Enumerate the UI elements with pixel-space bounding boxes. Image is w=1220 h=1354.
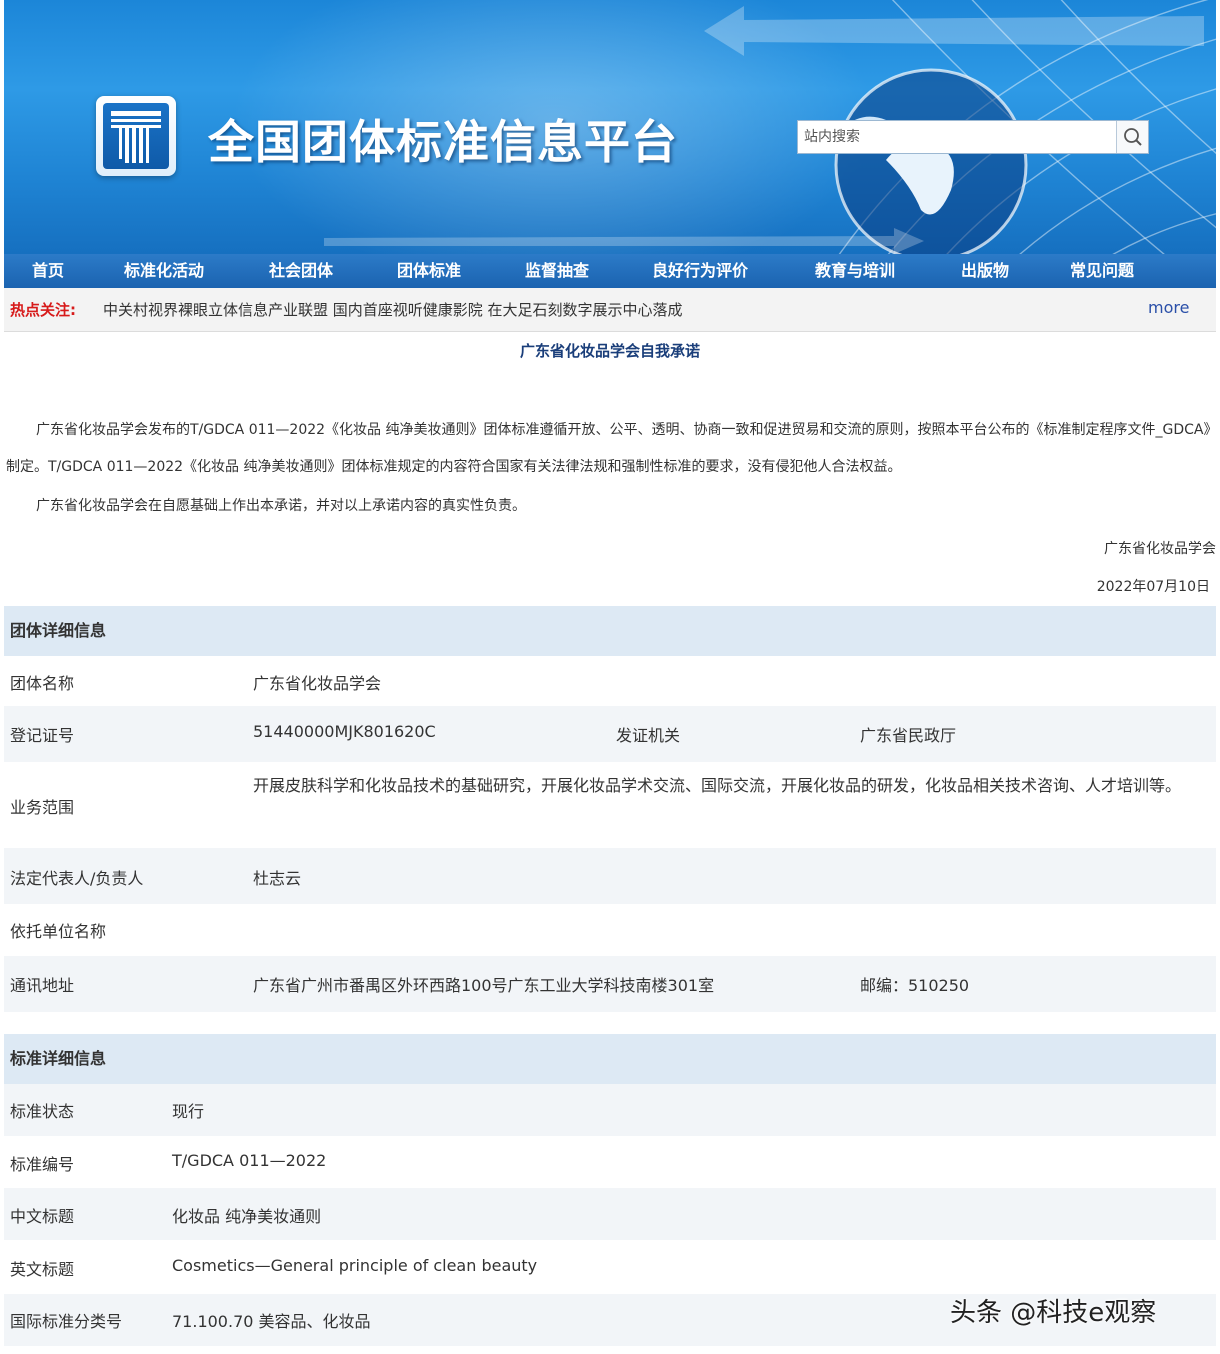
standard-row-en-title: 英文标题 Cosmetics—General principle of clea… — [4, 1240, 1216, 1294]
nav-item-faq[interactable]: 常见问题 — [1070, 254, 1134, 288]
more-link[interactable]: more — [1148, 288, 1189, 328]
nav-item-supervision[interactable]: 监督抽查 — [525, 254, 589, 288]
promise-paragraph-1: 广东省化妆品学会发布的T/GDCA 011—2022《化妆品 纯净美妆通则》团体… — [6, 422, 1211, 475]
hot-topics-bar: 热点关注: 中关村视界裸眼立体信息产业联盟 国内首座视听健康影院 在大足石刻数字… — [4, 288, 1216, 332]
postcode-value: 邮编：510250 — [860, 976, 970, 995]
page: 全国团体标准信息平台 首页 标准化活动 社会团体 团体标准 监督抽查 良好行为评… — [4, 0, 1216, 1354]
hot-topics-label: 热点关注: — [10, 301, 76, 319]
org-section-title: 团体详细信息 — [4, 606, 1216, 656]
nav-item-education[interactable]: 教育与培训 — [815, 254, 895, 288]
number-label: 标准编号 — [10, 1155, 75, 1174]
org-name-label: 团体名称 — [10, 674, 75, 693]
cn-title-value: 化妆品 纯净美妆通则 — [172, 1207, 322, 1226]
org-row-representative: 法定代表人/负责人 杜志云 — [4, 848, 1216, 904]
promise-title: 广东省化妆品学会自我承诺 — [519, 342, 700, 360]
hot-topics-link[interactable]: 中关村视界裸眼立体信息产业联盟 国内首座视听健康影院 在大足石刻数字展示中心落成 — [103, 288, 683, 332]
nav-item-group-standards[interactable]: 团体标准 — [397, 254, 461, 288]
watermark-text: 头条 @科技e观察 — [950, 1298, 1157, 1328]
org-row-address: 通讯地址 广东省广州市番禺区外环西路100号广东工业大学科技南楼301室 邮编：… — [4, 956, 1216, 1012]
sponsor-label: 依托单位名称 — [10, 922, 107, 941]
number-value: T/GDCA 011—2022 — [172, 1151, 327, 1170]
standard-row-status: 标准状态 现行 — [4, 1084, 1216, 1136]
arrow-graphic — [324, 228, 924, 254]
search-icon — [1124, 128, 1142, 146]
ics-label: 国际标准分类号 — [10, 1312, 123, 1331]
status-label: 标准状态 — [10, 1102, 75, 1121]
standard-row-number: 标准编号 T/GDCA 011—2022 — [4, 1136, 1216, 1188]
nav-item-home[interactable]: 首页 — [32, 254, 64, 288]
ics-value: 71.100.70 美容品、化妆品 — [172, 1312, 371, 1331]
site-title: 全国团体标准信息平台 — [208, 115, 678, 169]
registration-value: 51440000MJK801620C — [253, 722, 436, 741]
org-row-scope: 业务范围 开展皮肤科学和化妆品技术的基础研究，开展化妆品学术交流、国际交流，开展… — [4, 762, 1216, 848]
en-title-value: Cosmetics—General principle of clean bea… — [172, 1256, 538, 1275]
org-row-registration: 登记证号 51440000MJK801620C 发证机关 广东省民政厅 — [4, 706, 1216, 762]
standard-section-title: 标准详细信息 — [4, 1034, 1216, 1084]
standard-row-cn-title: 中文标题 化妆品 纯净美妆通则 — [4, 1188, 1216, 1240]
search-input[interactable] — [798, 121, 1116, 153]
issuer-value: 广东省民政厅 — [860, 726, 957, 745]
site-logo[interactable] — [96, 96, 176, 176]
nav-item-publications[interactable]: 出版物 — [961, 254, 1009, 288]
header-banner: 全国团体标准信息平台 — [4, 0, 1216, 254]
promise-signature: 广东省化妆品学会 — [1104, 541, 1216, 557]
status-value: 现行 — [172, 1102, 205, 1121]
arrow-graphic — [704, 6, 1204, 56]
registration-label: 登记证号 — [10, 726, 75, 745]
nav-item-social-groups[interactable]: 社会团体 — [269, 254, 333, 288]
scope-value: 开展皮肤科学和化妆品技术的基础研究，开展化妆品学术交流、国际交流，开展化妆品的研… — [253, 776, 1182, 795]
address-value: 广东省广州市番禺区外环西路100号广东工业大学科技南楼301室 — [253, 976, 715, 995]
representative-label: 法定代表人/负责人 — [10, 869, 144, 888]
org-row-name: 团体名称 广东省化妆品学会 — [4, 656, 1216, 706]
scope-label: 业务范围 — [10, 798, 75, 817]
en-title-label: 英文标题 — [10, 1260, 75, 1279]
address-label: 通讯地址 — [10, 976, 75, 995]
nav-item-good-behavior[interactable]: 良好行为评价 — [652, 254, 748, 288]
org-row-sponsor: 依托单位名称 — [4, 904, 1216, 956]
promise-paragraph-2: 广东省化妆品学会在自愿基础上作出本承诺，并对以上承诺内容的真实性负责。 — [36, 498, 526, 514]
cn-title-label: 中文标题 — [10, 1207, 75, 1226]
issuer-label: 发证机关 — [616, 726, 681, 745]
org-name-value: 广东省化妆品学会 — [253, 674, 382, 693]
search-button[interactable] — [1116, 121, 1148, 153]
representative-value: 杜志云 — [253, 869, 302, 888]
search-box — [797, 120, 1149, 154]
logo-icon — [103, 103, 169, 169]
nav-item-standardization-activities[interactable]: 标准化活动 — [124, 254, 204, 288]
main-nav: 首页 标准化活动 社会团体 团体标准 监督抽查 良好行为评价 教育与培训 出版物… — [4, 254, 1216, 288]
promise-date: 2022年07月10日 — [1096, 579, 1210, 595]
